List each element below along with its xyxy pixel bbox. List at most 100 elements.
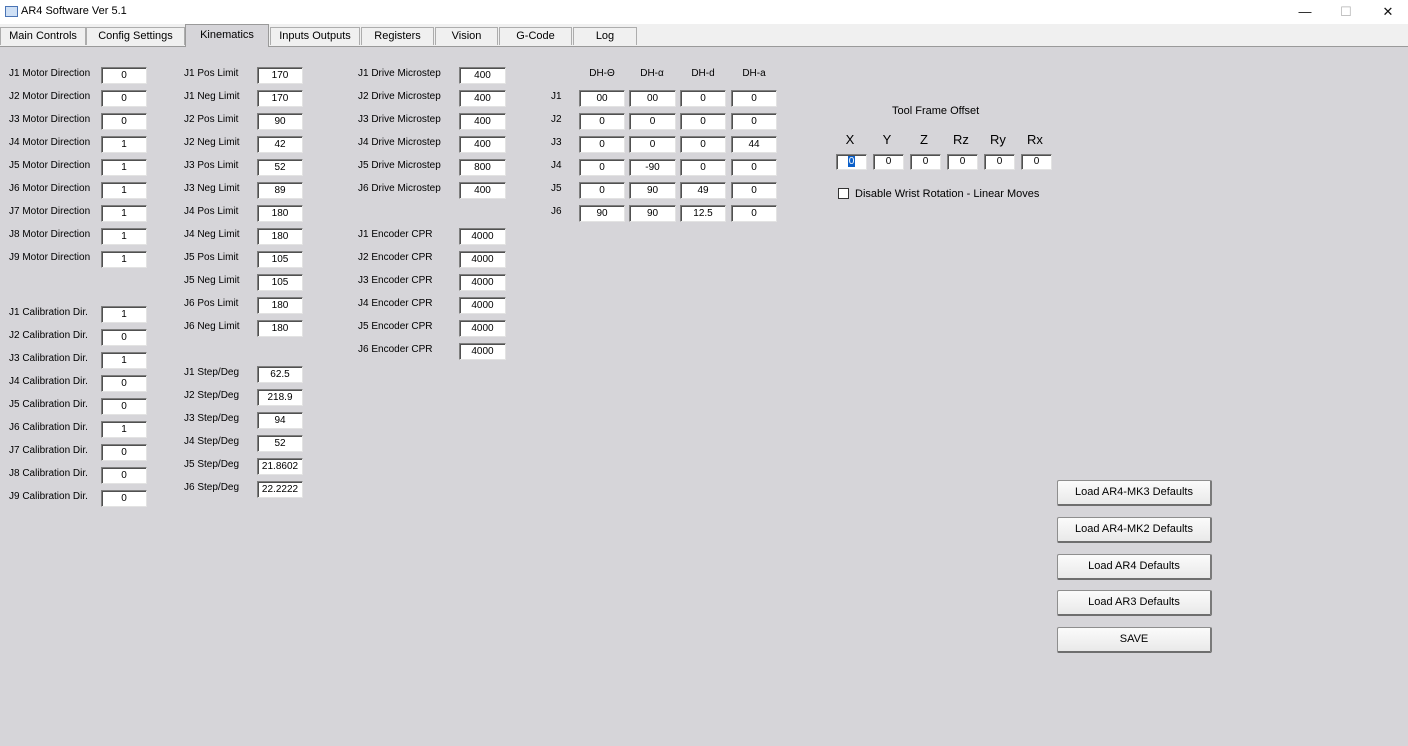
j2-neg-limit-field[interactable]: 42 xyxy=(257,136,303,153)
dh-j5-a-field[interactable]: 0 xyxy=(731,182,777,199)
j4-calibration-dir-field[interactable]: 0 xyxy=(101,375,147,392)
dh-j4-a-field[interactable]: 0 xyxy=(731,159,777,176)
tab-log[interactable]: Log xyxy=(573,27,637,45)
j5-step-deg-field[interactable]: 21.8602 xyxy=(257,458,303,475)
tool-frame-rx-field[interactable]: 0 xyxy=(1021,154,1052,170)
dh-j6-theta-field[interactable]: 90 xyxy=(579,205,625,222)
j3-encoder-cpr-field[interactable]: 4000 xyxy=(459,274,506,291)
dh-j2-a-field[interactable]: 0 xyxy=(731,113,777,130)
j4-drive-microstep-field[interactable]: 400 xyxy=(459,136,506,153)
j7-motor-direction-field[interactable]: 1 xyxy=(101,205,147,222)
j6-step-deg-field[interactable]: 22.2222 xyxy=(257,481,303,498)
dh-j1-d-field[interactable]: 0 xyxy=(680,90,726,107)
j2-encoder-cpr-label: J2 Encoder CPR xyxy=(358,252,433,263)
j1-pos-limit-field[interactable]: 170 xyxy=(257,67,303,84)
dh-j3-a-field[interactable]: 44 xyxy=(731,136,777,153)
dh-j6-d-field[interactable]: 12.5 xyxy=(680,205,726,222)
j9-motor-direction-label: J9 Motor Direction xyxy=(9,252,91,263)
j2-encoder-cpr-field[interactable]: 4000 xyxy=(459,251,506,268)
j3-neg-limit-field[interactable]: 89 xyxy=(257,182,303,199)
tab-registers[interactable]: Registers xyxy=(361,27,434,45)
j2-motor-direction-field[interactable]: 0 xyxy=(101,90,147,107)
j1-step-deg-field[interactable]: 62.5 xyxy=(257,366,303,383)
restore-button[interactable]: ☐ xyxy=(1326,2,1366,22)
disable-wrist-rotation-label[interactable]: Disable Wrist Rotation - Linear Moves xyxy=(855,188,1039,200)
load-ar4-defaults-button[interactable]: Load AR4 Defaults xyxy=(1057,554,1212,580)
j5-motor-direction-field[interactable]: 1 xyxy=(101,159,147,176)
load-ar3-defaults-button[interactable]: Load AR3 Defaults xyxy=(1057,590,1212,616)
j8-calibration-dir-field[interactable]: 0 xyxy=(101,467,147,484)
disable-wrist-rotation-checkbox[interactable] xyxy=(838,188,849,199)
j7-calibration-dir-field[interactable]: 0 xyxy=(101,444,147,461)
tab-config-settings[interactable]: Config Settings xyxy=(86,27,185,45)
dh-j6-a-field[interactable]: 0 xyxy=(731,205,777,222)
j2-calibration-dir-field[interactable]: 0 xyxy=(101,329,147,346)
j9-motor-direction-field[interactable]: 1 xyxy=(101,251,147,268)
j4-encoder-cpr-field[interactable]: 4000 xyxy=(459,297,506,314)
j4-motor-direction-field[interactable]: 1 xyxy=(101,136,147,153)
tab-vision[interactable]: Vision xyxy=(435,27,498,45)
dh-j2-d-field[interactable]: 0 xyxy=(680,113,726,130)
j5-drive-microstep-field[interactable]: 800 xyxy=(459,159,506,176)
tool-frame-rz-field[interactable]: 0 xyxy=(947,154,978,170)
j4-neg-limit-field[interactable]: 180 xyxy=(257,228,303,245)
j4-pos-limit-field[interactable]: 180 xyxy=(257,205,303,222)
close-button[interactable]: ✕ xyxy=(1368,2,1408,22)
tab-g-code[interactable]: G-Code xyxy=(499,27,572,45)
j1-drive-microstep-field[interactable]: 400 xyxy=(459,67,506,84)
tab-inputs-outputs[interactable]: Inputs Outputs xyxy=(270,27,360,45)
j5-neg-limit-field[interactable]: 105 xyxy=(257,274,303,291)
tab-main-controls[interactable]: Main Controls xyxy=(0,27,86,45)
load-ar4-mk3-defaults-button[interactable]: Load AR4-MK3 Defaults xyxy=(1057,480,1212,506)
dh-j1-theta-field[interactable]: 00 xyxy=(579,90,625,107)
j6-encoder-cpr-field[interactable]: 4000 xyxy=(459,343,506,360)
j5-calibration-dir-field[interactable]: 0 xyxy=(101,398,147,415)
j6-pos-limit-field[interactable]: 180 xyxy=(257,297,303,314)
j3-motor-direction-field[interactable]: 0 xyxy=(101,113,147,130)
j3-drive-microstep-field[interactable]: 400 xyxy=(459,113,506,130)
j5-encoder-cpr-field[interactable]: 4000 xyxy=(459,320,506,337)
dh-j4-d-field[interactable]: 0 xyxy=(680,159,726,176)
dh-j4-alpha-field[interactable]: -90 xyxy=(629,159,676,176)
j3-step-deg-field[interactable]: 94 xyxy=(257,412,303,429)
j2-drive-microstep-field[interactable]: 400 xyxy=(459,90,506,107)
j6-calibration-dir-field[interactable]: 1 xyxy=(101,421,147,438)
j3-calibration-dir-field[interactable]: 1 xyxy=(101,352,147,369)
dh-j2-theta-field[interactable]: 0 xyxy=(579,113,625,130)
tool-frame-y-header: Y xyxy=(882,132,892,147)
j1-drive-microstep-label: J1 Drive Microstep xyxy=(358,68,441,79)
dh-j5-d-field[interactable]: 49 xyxy=(680,182,726,199)
dh-j5-alpha-field[interactable]: 90 xyxy=(629,182,676,199)
j5-pos-limit-field[interactable]: 105 xyxy=(257,251,303,268)
j6-neg-limit-field[interactable]: 180 xyxy=(257,320,303,337)
tool-frame-z-field[interactable]: 0 xyxy=(910,154,941,170)
dh-j3-d-field[interactable]: 0 xyxy=(680,136,726,153)
j1-neg-limit-field[interactable]: 170 xyxy=(257,90,303,107)
save-button[interactable]: SAVE xyxy=(1057,627,1212,653)
dh-j1-a-field[interactable]: 0 xyxy=(731,90,777,107)
j3-pos-limit-field[interactable]: 52 xyxy=(257,159,303,176)
j1-motor-direction-field[interactable]: 0 xyxy=(101,67,147,84)
dh-j2-alpha-field[interactable]: 0 xyxy=(629,113,676,130)
j2-step-deg-field[interactable]: 218.9 xyxy=(257,389,303,406)
dh-j1-alpha-field[interactable]: 00 xyxy=(629,90,676,107)
tab-kinematics[interactable]: Kinematics xyxy=(185,24,269,47)
j9-calibration-dir-field[interactable]: 0 xyxy=(101,490,147,507)
j6-motor-direction-field[interactable]: 1 xyxy=(101,182,147,199)
dh-j3-theta-field[interactable]: 0 xyxy=(579,136,625,153)
j4-step-deg-field[interactable]: 52 xyxy=(257,435,303,452)
j2-pos-limit-field[interactable]: 90 xyxy=(257,113,303,130)
j8-motor-direction-field[interactable]: 1 xyxy=(101,228,147,245)
dh-j3-alpha-field[interactable]: 0 xyxy=(629,136,676,153)
minimize-button[interactable]: — xyxy=(1285,2,1325,22)
dh-j6-alpha-field[interactable]: 90 xyxy=(629,205,676,222)
tool-frame-ry-field[interactable]: 0 xyxy=(984,154,1015,170)
load-ar4-mk2-defaults-button[interactable]: Load AR4-MK2 Defaults xyxy=(1057,517,1212,543)
j6-drive-microstep-field[interactable]: 400 xyxy=(459,182,506,199)
tool-frame-y-field[interactable]: 0 xyxy=(873,154,904,170)
tool-frame-x-field[interactable]: 0 xyxy=(836,154,867,170)
j1-encoder-cpr-field[interactable]: 4000 xyxy=(459,228,506,245)
dh-j4-theta-field[interactable]: 0 xyxy=(579,159,625,176)
dh-j5-theta-field[interactable]: 0 xyxy=(579,182,625,199)
j1-calibration-dir-field[interactable]: 1 xyxy=(101,306,147,323)
